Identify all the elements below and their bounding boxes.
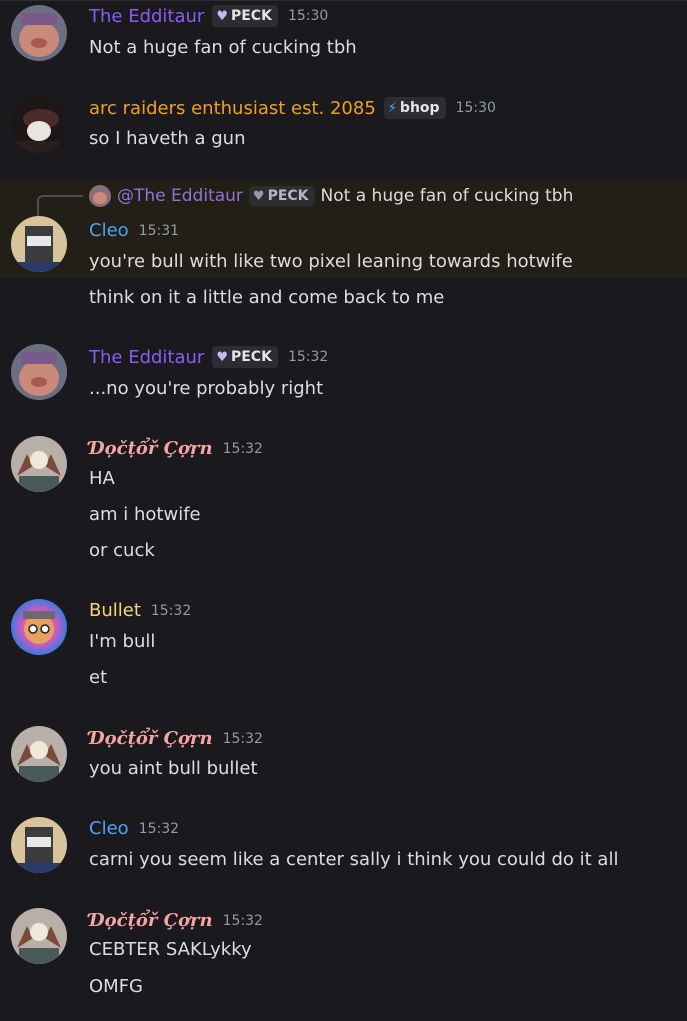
message-text: think on it a little and come back to me bbox=[89, 287, 445, 308]
timestamp: 15:32 bbox=[222, 440, 263, 457]
timestamp: 15:32 bbox=[138, 820, 180, 837]
avatar-cleo[interactable] bbox=[11, 216, 67, 272]
message-text: carni you seem like a center sally i thi… bbox=[89, 849, 619, 870]
message-group: Cleo 15:32 carni you seem like a center … bbox=[0, 813, 687, 883]
message-text: you're bull with like two pixel leaning … bbox=[89, 251, 573, 272]
message-group: arc raiders enthusiast est. 2085 ⚡ bhop 1… bbox=[0, 90, 687, 170]
message-text: you aint bull bullet bbox=[89, 758, 258, 779]
avatar-bullet[interactable] bbox=[11, 599, 67, 655]
username[interactable]: Ɗọčṭổř Çợṛn bbox=[89, 910, 213, 931]
reply-avatar bbox=[89, 185, 111, 207]
message-text: so I haveth a gun bbox=[89, 128, 246, 149]
avatar-edditaur[interactable] bbox=[11, 344, 67, 400]
tag-label: PECK bbox=[230, 8, 272, 24]
reply-connector bbox=[37, 195, 83, 217]
message-text: or cuck bbox=[89, 540, 155, 561]
username[interactable]: arc raiders enthusiast est. 2085 bbox=[89, 98, 376, 119]
username[interactable]: The Edditaur bbox=[89, 347, 204, 368]
message-text: I'm bull bbox=[89, 631, 156, 652]
message-group: Ɗọčṭổř Çợṛn 15:32 you aint bull bullet bbox=[0, 723, 687, 793]
chat-log: The Edditaur ♥ PECK 15:30 Not a huge fan … bbox=[0, 0, 687, 1021]
reply-text: Not a huge fan of cucking tbh bbox=[320, 186, 574, 206]
message-text: am i hotwife bbox=[89, 504, 201, 525]
username[interactable]: Bullet bbox=[89, 600, 141, 621]
username[interactable]: The Edditaur bbox=[89, 6, 204, 27]
message-text: Not a huge fan of cucking tbh bbox=[89, 37, 357, 58]
reply-guild-tag: ♥ PECK bbox=[248, 186, 315, 206]
heart-icon: ♥ bbox=[216, 8, 228, 24]
avatar-doctor-corn[interactable] bbox=[11, 726, 67, 782]
guild-tag[interactable]: ⚡ bhop bbox=[383, 97, 446, 119]
avatar-doctor-corn[interactable] bbox=[11, 436, 67, 492]
timestamp: 15:32 bbox=[222, 912, 263, 929]
message-group: Ɗọčṭổř Çợṛn 15:32 CEBTER SAKLykky OMFG bbox=[0, 905, 687, 1015]
timestamp: 15:30 bbox=[287, 8, 329, 24]
lightning-icon: ⚡ bbox=[387, 100, 397, 116]
reply-username[interactable]: @The Edditaur bbox=[117, 186, 243, 206]
timestamp: 15:32 bbox=[222, 730, 263, 747]
tag-label: bhop bbox=[399, 100, 440, 116]
reply-tag-label: PECK bbox=[267, 188, 309, 204]
message-text: et bbox=[89, 667, 108, 688]
reply-preview[interactable]: @The Edditaur ♥ PECK Not a huge fan of cu… bbox=[89, 185, 573, 207]
message-group: The Edditaur ♥ PECK 15:30 Not a huge fan … bbox=[0, 0, 687, 80]
username[interactable]: Cleo bbox=[89, 818, 129, 839]
heart-icon: ♥ bbox=[216, 349, 228, 365]
avatar-arc-raiders[interactable] bbox=[11, 97, 67, 153]
username[interactable]: Ɗọčṭổř Çợṛn bbox=[89, 728, 213, 749]
guild-tag[interactable]: ♥ PECK bbox=[212, 5, 278, 27]
timestamp: 15:32 bbox=[150, 602, 192, 619]
message-text: OMFG bbox=[89, 976, 143, 997]
avatar-edditaur[interactable] bbox=[11, 5, 67, 61]
avatar-doctor-corn[interactable] bbox=[11, 908, 67, 964]
message-text: HA bbox=[89, 468, 115, 489]
username[interactable]: Cleo bbox=[89, 220, 129, 241]
message-group: The Edditaur ♥ PECK 15:32 ...no you're pr… bbox=[0, 341, 687, 411]
username[interactable]: Ɗọčṭổř Çợṛn bbox=[89, 438, 213, 459]
message-text: ...no you're probably right bbox=[89, 378, 324, 399]
timestamp: 15:31 bbox=[138, 222, 180, 239]
tag-label: PECK bbox=[230, 349, 272, 365]
heart-icon: ♥ bbox=[252, 188, 265, 204]
message-text: CEBTER SAKLykky bbox=[89, 939, 252, 960]
message-group: Bullet 15:32 I'm bull et bbox=[0, 595, 687, 700]
guild-tag[interactable]: ♥ PECK bbox=[212, 346, 278, 368]
timestamp: 15:32 bbox=[287, 349, 329, 365]
message-group: Ɗọčṭổř Çợṛn 15:32 HA am i hotwife or cuc… bbox=[0, 433, 687, 573]
timestamp: 15:30 bbox=[455, 100, 496, 116]
avatar-cleo[interactable] bbox=[11, 817, 67, 873]
